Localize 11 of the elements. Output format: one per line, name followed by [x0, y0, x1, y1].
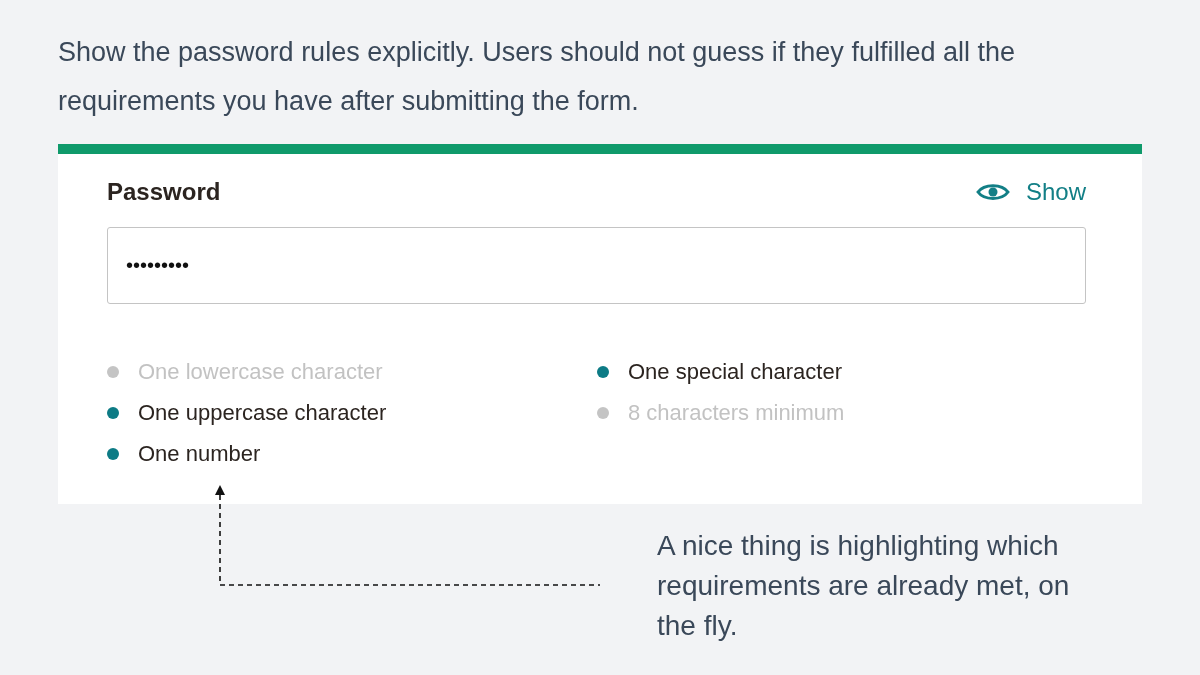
requirement-text: One number	[138, 440, 261, 467]
requirement-text: One lowercase character	[138, 358, 383, 385]
show-password-button[interactable]: Show	[975, 176, 1086, 208]
requirement-text: One special character	[628, 358, 842, 385]
eye-icon	[975, 182, 1010, 202]
intro-paragraph: Show the password rules explicitly. Users should not guess if they fulfilled all the requirements you have after submitting the form.	[58, 36, 1016, 118]
requirement-text: 8 characters minimum	[628, 399, 845, 426]
password-label: Password	[107, 177, 221, 207]
annotation-text: A nice thing is highlighting which requirements are already met, on the fly.	[657, 529, 1071, 643]
password-field[interactable]: •••••••••	[107, 227, 1086, 304]
requirement-text: One uppercase character	[138, 399, 387, 426]
